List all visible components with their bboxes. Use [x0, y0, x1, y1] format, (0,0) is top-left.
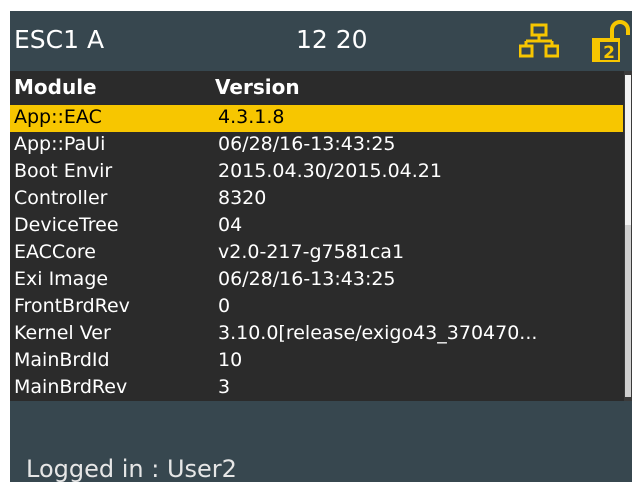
- unlocked-padlock-icon[interactable]: 2: [590, 20, 630, 64]
- table-row[interactable]: Kernel Ver 3.10.0[release/exigo43_370470…: [10, 321, 623, 348]
- module-cell: Controller: [14, 187, 108, 209]
- table-row[interactable]: FrontBrdRev 0: [10, 294, 623, 321]
- device-screen: ESC1 A 12 20 2 Module Version App::EAC 4…: [10, 11, 632, 482]
- table-row[interactable]: App::EAC 4.3.1.8: [10, 105, 623, 132]
- version-cell: 3: [218, 376, 231, 398]
- version-cell: 4.3.1.8: [218, 106, 285, 128]
- version-cell: 8320: [218, 187, 267, 209]
- version-cell: 10: [218, 349, 243, 371]
- network-icon[interactable]: [519, 23, 559, 59]
- module-cell: EACCore: [14, 241, 96, 263]
- module-cell: App::PaUi: [14, 133, 106, 155]
- table-row[interactable]: MainBrdId 10: [10, 348, 623, 375]
- module-cell: App::EAC: [14, 106, 102, 128]
- table-row[interactable]: EACCore v2.0-217-g7581ca1: [10, 240, 623, 267]
- login-status: Logged in : User2: [26, 455, 237, 482]
- version-table: Module Version App::EAC 4.3.1.8 App::PaU…: [10, 71, 632, 401]
- module-cell: Exi Image: [14, 268, 109, 290]
- version-cell: 06/28/16-13:43:25: [218, 268, 396, 290]
- module-cell: MainBrdRev: [14, 376, 128, 398]
- module-cell: MainBrdId: [14, 349, 110, 371]
- version-cell: 04: [218, 214, 243, 236]
- version-cell: 3.10.0[release/exigo43_370470...: [218, 322, 538, 344]
- table-row[interactable]: Boot Envir 2015.04.30/2015.04.21: [10, 159, 623, 186]
- column-header-module: Module: [14, 75, 97, 99]
- version-cell: 06/28/16-13:43:25: [218, 133, 396, 155]
- table-rows: App::EAC 4.3.1.8 App::PaUi 06/28/16-13:4…: [10, 105, 623, 402]
- version-cell: 2015.04.30/2015.04.21: [218, 160, 442, 182]
- version-cell: 0: [218, 295, 231, 317]
- table-row[interactable]: DeviceTree 04: [10, 213, 623, 240]
- device-title: ESC1 A: [14, 25, 105, 54]
- scroll-thumb[interactable]: [625, 75, 631, 225]
- module-cell: Kernel Ver: [14, 322, 111, 344]
- table-row[interactable]: MainBrdRev 3: [10, 375, 623, 402]
- version-cell: v2.0-217-g7581ca1: [218, 241, 405, 263]
- column-header-version: Version: [215, 75, 300, 99]
- table-row[interactable]: Controller 8320: [10, 186, 623, 213]
- module-cell: DeviceTree: [14, 214, 119, 236]
- clock: 12 20: [296, 25, 368, 54]
- module-cell: FrontBrdRev: [14, 295, 130, 317]
- lock-level-label: 2: [603, 43, 615, 63]
- header-bar: ESC1 A 12 20 2: [10, 11, 632, 71]
- table-row[interactable]: Exi Image 06/28/16-13:43:25: [10, 267, 623, 294]
- table-row[interactable]: App::PaUi 06/28/16-13:43:25: [10, 132, 623, 159]
- status-bar: Logged in : User2: [10, 401, 632, 482]
- module-cell: Boot Envir: [14, 160, 113, 182]
- vertical-scrollbar[interactable]: [624, 71, 632, 401]
